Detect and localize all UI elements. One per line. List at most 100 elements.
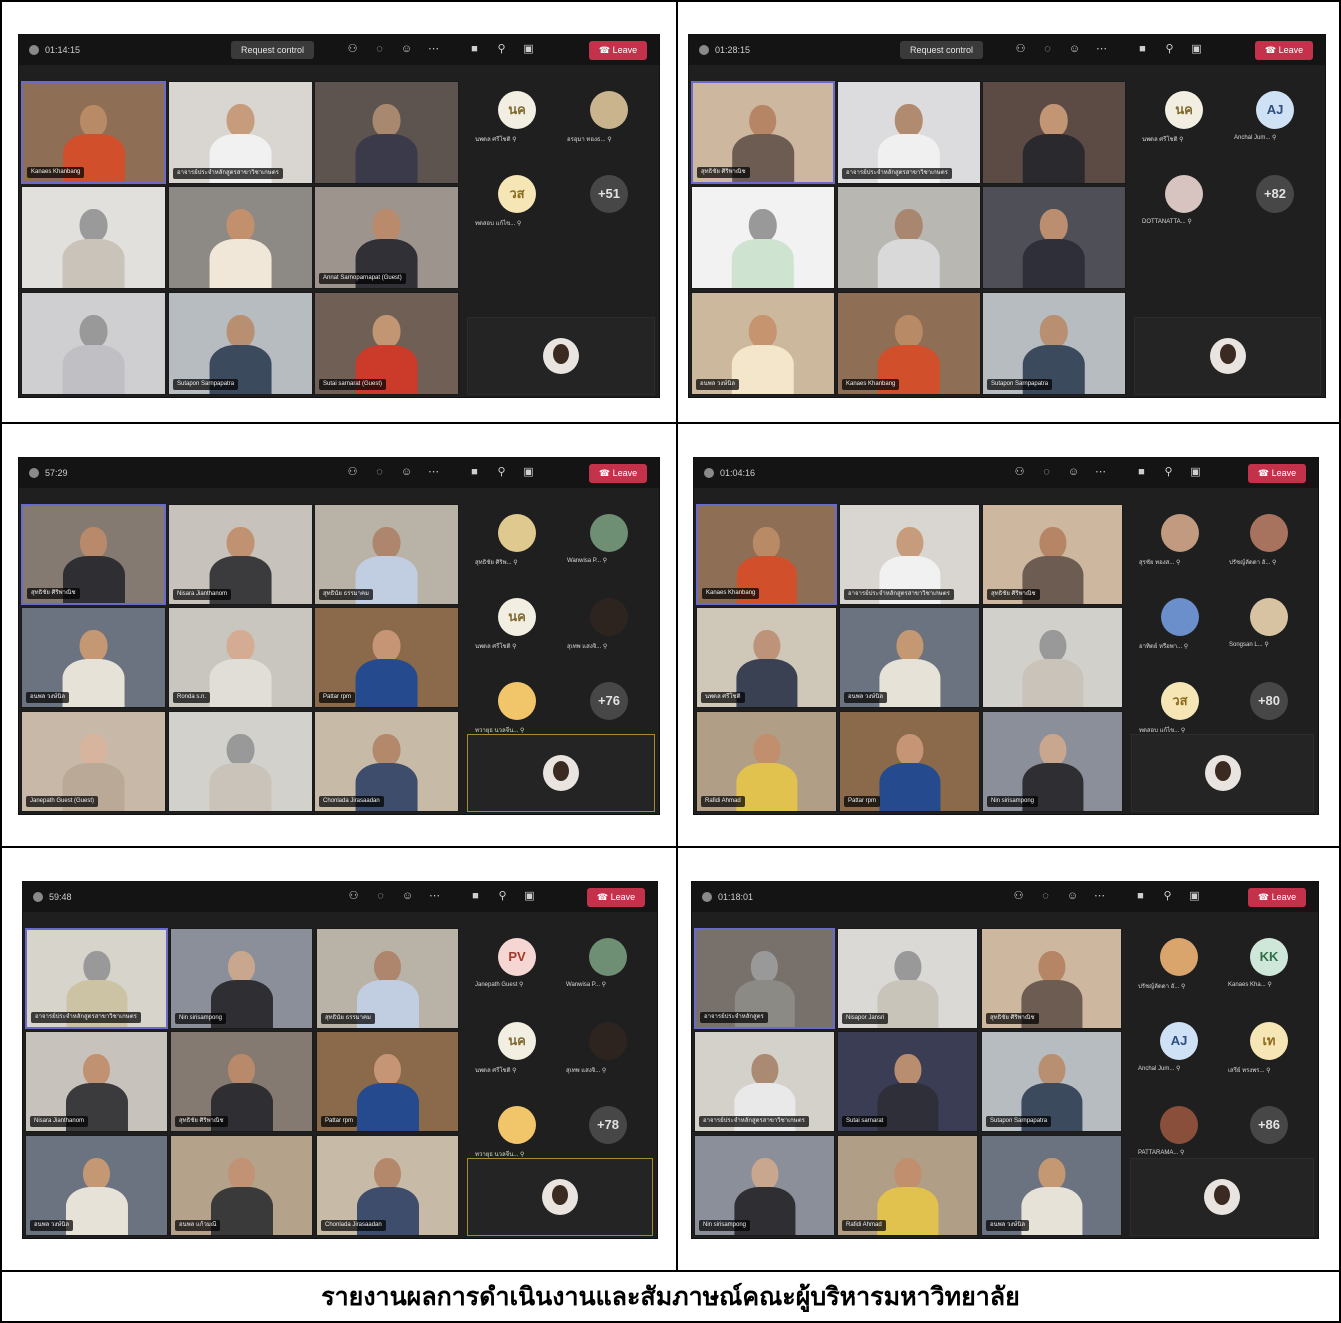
camera-icon[interactable]: ■ (469, 890, 482, 903)
participant-video-tile[interactable]: Nin sirisampong (170, 928, 313, 1029)
leave-button[interactable]: Leave (587, 888, 645, 907)
participant-video-tile[interactable]: สุทธินัย ธรรมาคม (316, 928, 459, 1029)
more-icon[interactable]: ⋯ (1094, 466, 1107, 479)
chat-icon[interactable]: ◌ (373, 43, 386, 56)
request-control-button[interactable]: Request control (900, 41, 984, 59)
self-video-preview[interactable] (1134, 317, 1321, 395)
leave-button[interactable]: Leave (589, 41, 647, 60)
participant-video-tile[interactable]: Pattar rpm (314, 607, 459, 708)
participant-avatar[interactable]: นค (498, 1022, 536, 1060)
share-icon[interactable]: ▣ (1189, 466, 1202, 479)
camera-icon[interactable]: ■ (468, 43, 481, 56)
participant-video-tile[interactable]: อนพล แก้วมณี (170, 1135, 313, 1236)
leave-button[interactable]: Leave (589, 464, 647, 483)
participant-video-tile[interactable]: อนพล วงษ์นิล (981, 1135, 1122, 1236)
chat-icon[interactable]: ◌ (1041, 43, 1054, 56)
participant-avatar[interactable]: นค (498, 598, 536, 636)
share-icon[interactable]: ▣ (523, 890, 536, 903)
participant-video-tile[interactable]: Sutai sarnarat (Guest) (314, 292, 459, 395)
people-icon[interactable]: ⚇ (1013, 466, 1026, 479)
participant-video-tile[interactable]: Kanaes Khanbang (837, 292, 981, 395)
participant-avatar[interactable] (498, 682, 536, 720)
participant-avatar[interactable] (1160, 938, 1198, 976)
people-icon[interactable]: ⚇ (1012, 890, 1025, 903)
self-video-preview[interactable] (467, 734, 655, 812)
react-icon[interactable]: ☺ (401, 890, 414, 903)
participant-avatar[interactable] (1250, 514, 1288, 552)
share-icon[interactable]: ▣ (522, 43, 535, 56)
participant-avatar[interactable] (1165, 175, 1203, 213)
participant-avatar[interactable]: วส (498, 175, 536, 213)
participant-video-tile[interactable]: Janepath Guest (Guest) (21, 711, 166, 812)
participant-video-tile[interactable]: Pattar rpm (839, 711, 980, 812)
participant-video-tile[interactable]: อาจารย์ประจำหลักสูตรสาขาวิชาเกษตร (168, 81, 313, 184)
participant-video-tile[interactable] (982, 81, 1126, 184)
participant-avatar[interactable] (589, 1022, 627, 1060)
participant-video-tile[interactable]: อนพล วงษ์นิล (839, 607, 980, 708)
participant-video-tile[interactable] (691, 186, 835, 289)
participant-avatar[interactable] (1161, 514, 1199, 552)
participant-video-tile[interactable]: Nin sirisampong (694, 1135, 835, 1236)
participant-avatar[interactable]: นค (498, 91, 536, 129)
participant-video-tile[interactable] (314, 81, 459, 184)
participant-avatar[interactable] (590, 514, 628, 552)
self-video-preview[interactable] (467, 1158, 653, 1236)
participant-video-tile[interactable]: นพดล ศรีโชติ (696, 607, 837, 708)
participant-video-tile[interactable]: สุทธิชัย ศิริพาณิช (981, 928, 1122, 1029)
react-icon[interactable]: ☺ (400, 43, 413, 56)
participant-video-tile[interactable]: สุทธิชัย ศิริพาณิช (982, 504, 1123, 605)
participant-avatar[interactable] (498, 514, 536, 552)
participant-avatar[interactable]: AJ (1160, 1022, 1198, 1060)
participant-video-tile[interactable]: อนพล วงษ์นิล (25, 1135, 168, 1236)
request-control-button[interactable]: Request control (231, 41, 315, 59)
more-icon[interactable]: ⋯ (427, 43, 440, 56)
participant-video-tile[interactable]: อาจารย์ประจำหลักสูตรสาขาวิชาเกษตร (839, 504, 980, 605)
participant-video-tile[interactable]: Nisapor Jansri (837, 928, 978, 1029)
overflow-count-badge[interactable]: +78 (589, 1106, 627, 1144)
participant-video-tile[interactable]: อาจารย์ประจำหลักสูตรสาขาวิชาเกษตร (25, 928, 168, 1029)
participant-video-tile[interactable] (982, 186, 1126, 289)
participant-video-tile[interactable]: Nisara Jianthanom (168, 504, 313, 605)
overflow-count-badge[interactable]: +76 (590, 682, 628, 720)
leave-button[interactable]: Leave (1248, 888, 1306, 907)
leave-button[interactable]: Leave (1248, 464, 1306, 483)
participant-video-tile[interactable]: Kanaes Khanbang (696, 504, 837, 605)
camera-icon[interactable]: ■ (1136, 43, 1149, 56)
mic-icon[interactable]: ⚲ (496, 890, 509, 903)
camera-icon[interactable]: ■ (1134, 890, 1147, 903)
participant-avatar[interactable]: AJ (1256, 91, 1294, 129)
participant-avatar[interactable]: KK (1250, 938, 1288, 976)
participant-video-tile[interactable] (982, 607, 1123, 708)
chat-icon[interactable]: ◌ (1039, 890, 1052, 903)
participant-video-tile[interactable]: Kanaes Khanbang (21, 81, 166, 184)
participant-video-tile[interactable]: Chonlada Jirasaadan (316, 1135, 459, 1236)
share-icon[interactable]: ▣ (1188, 890, 1201, 903)
participant-video-tile[interactable]: Rafidi Ahmad (696, 711, 837, 812)
more-icon[interactable]: ⋯ (427, 466, 440, 479)
self-video-preview[interactable] (467, 317, 655, 395)
people-icon[interactable]: ⚇ (347, 890, 360, 903)
chat-icon[interactable]: ◌ (1040, 466, 1053, 479)
chat-icon[interactable]: ◌ (374, 890, 387, 903)
participant-video-tile[interactable]: Pattar rpm (316, 1031, 459, 1132)
participant-avatar[interactable] (1250, 598, 1288, 636)
more-icon[interactable]: ⋯ (428, 890, 441, 903)
share-icon[interactable]: ▣ (522, 466, 535, 479)
leave-button[interactable]: Leave (1255, 41, 1313, 60)
participant-video-tile[interactable]: Sutapon Sarnpapatra (981, 1031, 1122, 1132)
participant-avatar[interactable]: วส (1161, 682, 1199, 720)
participant-video-tile[interactable]: อนพล วงษ์นิล (691, 292, 835, 395)
react-icon[interactable]: ☺ (400, 466, 413, 479)
participant-avatar[interactable]: PV (498, 938, 536, 976)
overflow-count-badge[interactable]: +51 (590, 175, 628, 213)
participant-avatar[interactable] (589, 938, 627, 976)
participant-avatar[interactable] (1160, 1106, 1198, 1144)
participant-video-tile[interactable] (21, 292, 166, 395)
participant-video-tile[interactable]: Nin sirisampong (982, 711, 1123, 812)
participant-video-tile[interactable]: สุทธิชัย ศิริพาณิช (691, 81, 835, 184)
overflow-count-badge[interactable]: +86 (1250, 1106, 1288, 1144)
mic-icon[interactable]: ⚲ (1163, 43, 1176, 56)
participant-video-tile[interactable]: อาจารย์ประจำหลักสูตร (694, 928, 835, 1029)
participant-video-tile[interactable] (21, 186, 166, 289)
participant-video-tile[interactable]: Ronda s.n. (168, 607, 313, 708)
